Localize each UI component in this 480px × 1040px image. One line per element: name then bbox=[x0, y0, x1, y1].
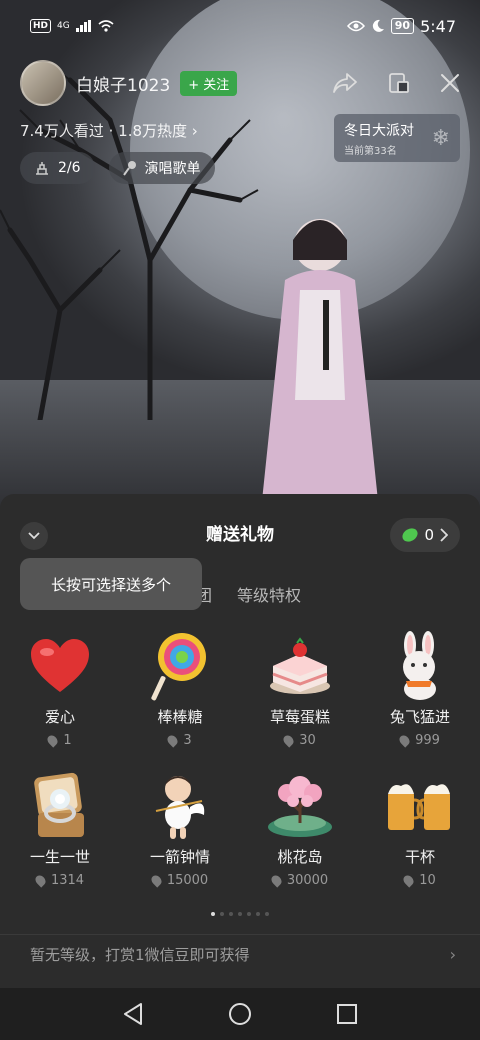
back-icon[interactable] bbox=[122, 1002, 144, 1026]
gift-price: 1314 bbox=[33, 873, 84, 888]
page-dot bbox=[247, 912, 251, 916]
gift-item[interactable]: 棒棒糖 3 bbox=[120, 630, 240, 762]
gift-price: 3 bbox=[165, 733, 192, 748]
singer-figure bbox=[260, 219, 380, 520]
gift-grid: 爱心 1 棒棒糖 3 草莓蛋糕 30 兔飞猛进 999 一生一世 1314 一箭… bbox=[0, 630, 480, 902]
song-list-label: 演唱歌单 bbox=[144, 161, 201, 177]
fans-count: 2/6 bbox=[58, 160, 81, 176]
chevron-right-icon bbox=[440, 528, 448, 542]
wechat-bean-icon bbox=[400, 525, 421, 545]
host-name[interactable]: 白娘子1023 bbox=[76, 71, 170, 96]
bean-drop-icon bbox=[401, 873, 416, 888]
snowflake-icon: ❄ bbox=[431, 126, 450, 151]
gift-name: 一生一世 bbox=[29, 848, 90, 866]
page-dot bbox=[211, 912, 215, 916]
bean-drop-icon bbox=[165, 733, 180, 748]
bean-drop-icon bbox=[149, 873, 164, 888]
balance-button[interactable]: 0 bbox=[390, 518, 460, 552]
page-dot bbox=[265, 912, 269, 916]
cake-icon bbox=[264, 630, 336, 702]
gift-name: 爱心 bbox=[44, 708, 75, 726]
blossom-island-icon bbox=[264, 770, 336, 842]
gift-price: 999 bbox=[397, 733, 440, 748]
rank-card[interactable]: 冬日大派对 当前第33名 ❄ bbox=[334, 114, 460, 162]
net-type: 4G bbox=[57, 21, 70, 31]
gift-item[interactable]: 爱心 1 bbox=[0, 630, 120, 762]
gift-price: 30 bbox=[281, 733, 316, 748]
gift-item[interactable]: 草莓蛋糕 30 bbox=[240, 630, 360, 762]
cake-stand-icon bbox=[36, 162, 48, 175]
long-press-tooltip: 长按可选择送多个 bbox=[20, 558, 202, 610]
gift-price: 10 bbox=[401, 873, 436, 888]
page-dot bbox=[220, 912, 224, 916]
eye-icon bbox=[346, 20, 365, 32]
moon-icon bbox=[372, 19, 384, 32]
lollipop-icon bbox=[144, 630, 216, 702]
bean-drop-icon bbox=[397, 733, 412, 748]
clock: 5:47 bbox=[420, 16, 456, 36]
tree-silhouette bbox=[0, 64, 259, 420]
gift-item[interactable]: 一箭钟情 15000 bbox=[120, 770, 240, 902]
gift-item[interactable]: 兔飞猛进 999 bbox=[360, 630, 480, 762]
bean-drop-icon bbox=[45, 733, 60, 748]
gift-name: 一箭钟情 bbox=[149, 848, 210, 866]
minimize-window-icon[interactable] bbox=[388, 72, 410, 94]
live-header: 白娘子1023 + 关注 bbox=[20, 60, 460, 106]
bean-drop-icon bbox=[281, 733, 296, 748]
recents-icon[interactable] bbox=[336, 1003, 358, 1025]
tab-level-privileges[interactable]: 等级特权 bbox=[237, 582, 301, 606]
page-dot bbox=[238, 912, 242, 916]
host-avatar[interactable] bbox=[20, 60, 66, 106]
gift-name: 桃花岛 bbox=[277, 848, 323, 866]
song-list-chip[interactable]: 演唱歌单 bbox=[108, 152, 215, 184]
bean-drop-icon bbox=[33, 873, 48, 888]
page-dot bbox=[229, 912, 233, 916]
gift-price: 30000 bbox=[269, 873, 328, 888]
signal-icon bbox=[75, 20, 91, 32]
page-dot bbox=[256, 912, 260, 916]
gift-name: 干杯 bbox=[404, 848, 435, 866]
heart-icon bbox=[24, 630, 96, 702]
level-text: 暂无等级，打赏1微信豆即可获得 bbox=[30, 946, 250, 964]
close-icon[interactable] bbox=[440, 73, 460, 93]
gift-price: 1 bbox=[45, 733, 72, 748]
page-indicator bbox=[0, 912, 480, 916]
chip-row: 2/6 演唱歌单 bbox=[20, 152, 215, 184]
gift-item[interactable]: 一生一世 1314 bbox=[0, 770, 120, 902]
gift-name: 棒棒糖 bbox=[157, 708, 203, 726]
hd-badge: HD bbox=[30, 19, 52, 33]
rabbit-icon bbox=[384, 630, 456, 702]
gift-panel: 赠送礼物 0 团 等级特权 长按可选择送多个 爱心 1 棒棒糖 3 草莓蛋糕 3… bbox=[0, 494, 480, 988]
cupid-icon bbox=[144, 770, 216, 842]
wifi-icon bbox=[98, 20, 114, 32]
battery-level: 90 bbox=[390, 18, 415, 34]
follow-button[interactable]: + 关注 bbox=[180, 70, 238, 96]
view-stats[interactable]: 7.4万人看过 · 1.8万热度 › bbox=[20, 120, 198, 141]
gift-name: 兔飞猛进 bbox=[389, 708, 450, 726]
bean-drop-icon bbox=[269, 873, 284, 888]
gift-item[interactable]: 桃花岛 30000 bbox=[240, 770, 360, 902]
share-icon[interactable] bbox=[332, 72, 358, 94]
gift-name: 草莓蛋糕 bbox=[269, 708, 330, 726]
beer-icon bbox=[384, 770, 456, 842]
chevron-right-icon: › bbox=[449, 945, 456, 964]
fans-chip[interactable]: 2/6 bbox=[20, 152, 95, 184]
microphone-icon bbox=[122, 161, 136, 176]
level-info-bar[interactable]: 暂无等级，打赏1微信豆即可获得 › bbox=[0, 934, 480, 974]
gift-item[interactable]: 干杯 10 bbox=[360, 770, 480, 902]
ring-icon bbox=[24, 770, 96, 842]
gift-price: 15000 bbox=[149, 873, 208, 888]
home-icon[interactable] bbox=[228, 1002, 252, 1026]
status-bar: HD 4G 90 5:47 bbox=[0, 0, 480, 52]
system-nav-bar bbox=[0, 988, 480, 1040]
balance-value: 0 bbox=[424, 526, 434, 544]
